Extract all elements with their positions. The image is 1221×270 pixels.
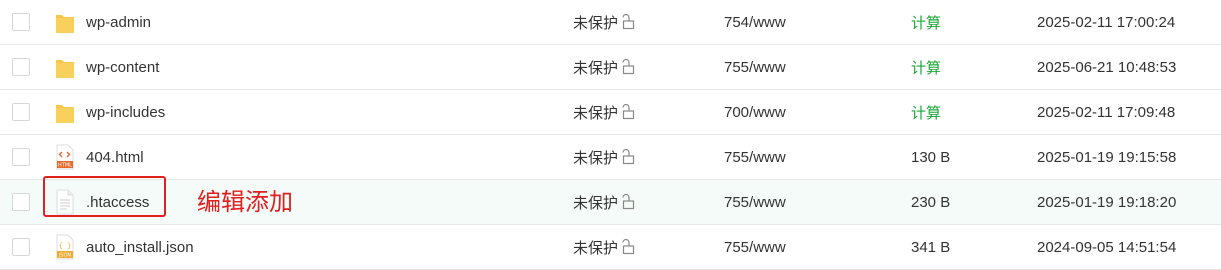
- permission-owner[interactable]: 755/www: [724, 45, 786, 89]
- unlock-icon: [622, 194, 635, 210]
- permission-text: 未保护: [573, 149, 619, 167]
- unlock-icon: [622, 149, 635, 165]
- modified-date: 2024-09-05 14:51:54: [1037, 238, 1177, 256]
- file-name[interactable]: wp-admin: [86, 0, 151, 44]
- row-checkbox[interactable]: [12, 225, 30, 269]
- permission-status[interactable]: 未保护: [573, 225, 636, 269]
- annotation-label: 编辑添加: [197, 188, 293, 216]
- svg-text:JSON: JSON: [58, 253, 72, 259]
- file-row-htaccess[interactable]: .htaccess 未保护 755/www 230 B 2025-01-19 1…: [0, 180, 1221, 225]
- file-name[interactable]: wp-content: [86, 45, 159, 89]
- permission-status[interactable]: 未保护: [573, 180, 636, 224]
- permission-status[interactable]: 未保护: [573, 0, 636, 44]
- json-file-icon: { } JSON: [52, 225, 78, 269]
- calculate-size-link[interactable]: 计算: [911, 0, 941, 44]
- file-size: 130 B: [911, 148, 951, 166]
- file-row-auto-install-json[interactable]: { } JSON auto_install.json 未保护 755/www 3…: [0, 225, 1221, 270]
- file-size: 230 B: [911, 193, 951, 211]
- calculate-size-link[interactable]: 计算: [911, 90, 941, 134]
- unlock-icon: [622, 239, 635, 255]
- annotation-highlight-box: [43, 176, 166, 217]
- modified-date: 2025-01-19 19:15:58: [1037, 148, 1177, 166]
- row-checkbox[interactable]: [12, 45, 30, 89]
- permission-owner[interactable]: 755/www: [724, 135, 786, 179]
- permission-owner[interactable]: 755/www: [724, 225, 786, 269]
- permission-text: 未保护: [573, 14, 619, 32]
- unlock-icon: [622, 14, 635, 30]
- file-row-wp-includes[interactable]: wp-includes 未保护 700/www 计算 2025-02-11 17…: [0, 90, 1221, 135]
- modified-date: 2025-02-11 17:09:48: [1037, 103, 1176, 121]
- file-list-table: wp-admin 未保护 754/www 计算 2025-02-11 17:00…: [0, 0, 1221, 270]
- modified-date: 2025-01-19 19:18:20: [1037, 193, 1177, 211]
- file-size: 341 B: [911, 238, 951, 256]
- modified-date: 2025-06-21 10:48:53: [1037, 58, 1177, 76]
- svg-text:HTML: HTML: [58, 163, 72, 169]
- file-row-wp-admin[interactable]: wp-admin 未保护 754/www 计算 2025-02-11 17:00…: [0, 0, 1221, 45]
- modified-date: 2025-02-11 17:00:24: [1037, 13, 1176, 31]
- html-file-icon: HTML: [52, 135, 78, 179]
- permission-status[interactable]: 未保护: [573, 135, 636, 179]
- row-checkbox[interactable]: [12, 90, 30, 134]
- permission-text: 未保护: [573, 194, 619, 212]
- unlock-icon: [622, 59, 635, 75]
- file-name[interactable]: wp-includes: [86, 90, 165, 134]
- row-checkbox[interactable]: [12, 0, 30, 44]
- file-name[interactable]: 404.html: [86, 135, 144, 179]
- unlock-icon: [622, 104, 635, 120]
- folder-icon: [52, 45, 78, 89]
- calculate-size-link[interactable]: 计算: [911, 45, 941, 89]
- permission-owner[interactable]: 754/www: [724, 0, 786, 44]
- permission-owner[interactable]: 700/www: [724, 90, 786, 134]
- folder-icon: [52, 90, 78, 134]
- file-name[interactable]: auto_install.json: [86, 225, 194, 269]
- row-checkbox[interactable]: [12, 180, 30, 224]
- permission-text: 未保护: [573, 59, 619, 77]
- file-row-wp-content[interactable]: wp-content 未保护 755/www 计算 2025-06-21 10:…: [0, 45, 1221, 90]
- permission-text: 未保护: [573, 239, 619, 257]
- svg-text:{ }: { }: [59, 242, 72, 250]
- folder-icon: [52, 0, 78, 44]
- permission-text: 未保护: [573, 104, 619, 122]
- permission-status[interactable]: 未保护: [573, 90, 636, 134]
- row-checkbox[interactable]: [12, 135, 30, 179]
- permission-owner[interactable]: 755/www: [724, 180, 786, 224]
- permission-status[interactable]: 未保护: [573, 45, 636, 89]
- file-row-404-html[interactable]: HTML 404.html 未保护 755/www 130 B 2025-01-…: [0, 135, 1221, 180]
